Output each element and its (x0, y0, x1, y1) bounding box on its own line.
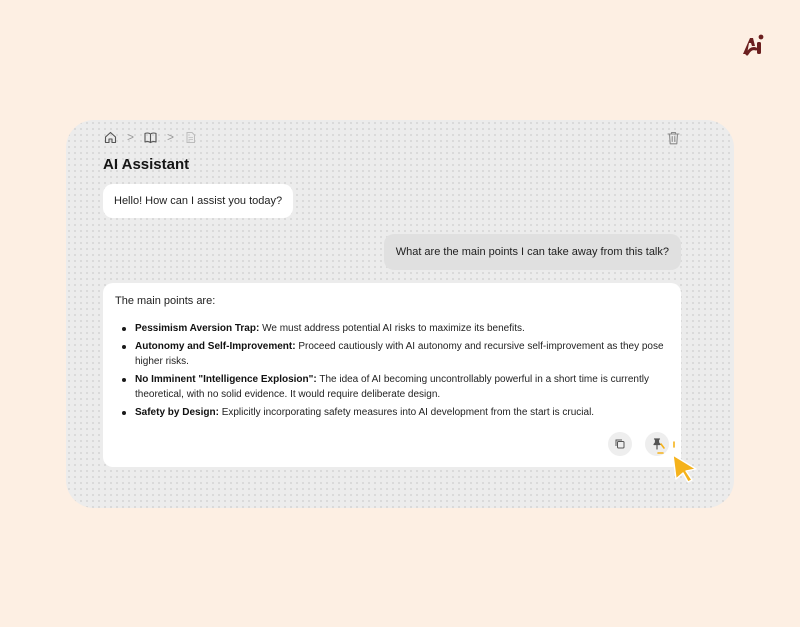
point-heading: Autonomy and Self-Improvement: (135, 341, 296, 352)
book-icon[interactable] (144, 131, 157, 144)
assistant-answer: The main points are: Pessimism Aversion … (103, 283, 681, 467)
copy-icon (615, 439, 625, 449)
user-message: What are the main points I can take away… (383, 234, 681, 270)
mouse-cursor-icon (656, 441, 700, 485)
assistant-message: Hello! How can I assist you today? (103, 184, 294, 218)
page-title: AI Assistant (103, 156, 190, 173)
brand-logo-icon (741, 32, 767, 58)
breadcrumb-separator: > (127, 130, 135, 144)
list-item: Safety by Design: Explicitly incorporati… (115, 405, 669, 420)
answer-intro: The main points are: (115, 295, 216, 307)
point-heading: No Imminent "Intelligence Explosion": (135, 374, 317, 385)
point-text: We must address potential AI risks to ma… (259, 323, 525, 334)
breadcrumb: > > (104, 131, 197, 144)
point-heading: Pessimism Aversion Trap: (135, 323, 260, 334)
point-text: Explicitly incorporating safety measures… (218, 407, 595, 418)
trash-icon[interactable] (667, 131, 680, 145)
home-icon[interactable] (104, 131, 117, 144)
answer-points-list: Pessimism Aversion Trap: We must address… (115, 321, 669, 420)
breadcrumb-separator: > (167, 130, 175, 144)
copy-button[interactable] (608, 432, 632, 456)
document-icon[interactable] (184, 131, 197, 144)
point-heading: Safety by Design: (135, 407, 219, 418)
list-item: Autonomy and Self-Improvement: Proceed c… (115, 339, 669, 369)
list-item: Pessimism Aversion Trap: We must address… (115, 321, 669, 336)
list-item: No Imminent "Intelligence Explosion": Th… (115, 372, 669, 402)
